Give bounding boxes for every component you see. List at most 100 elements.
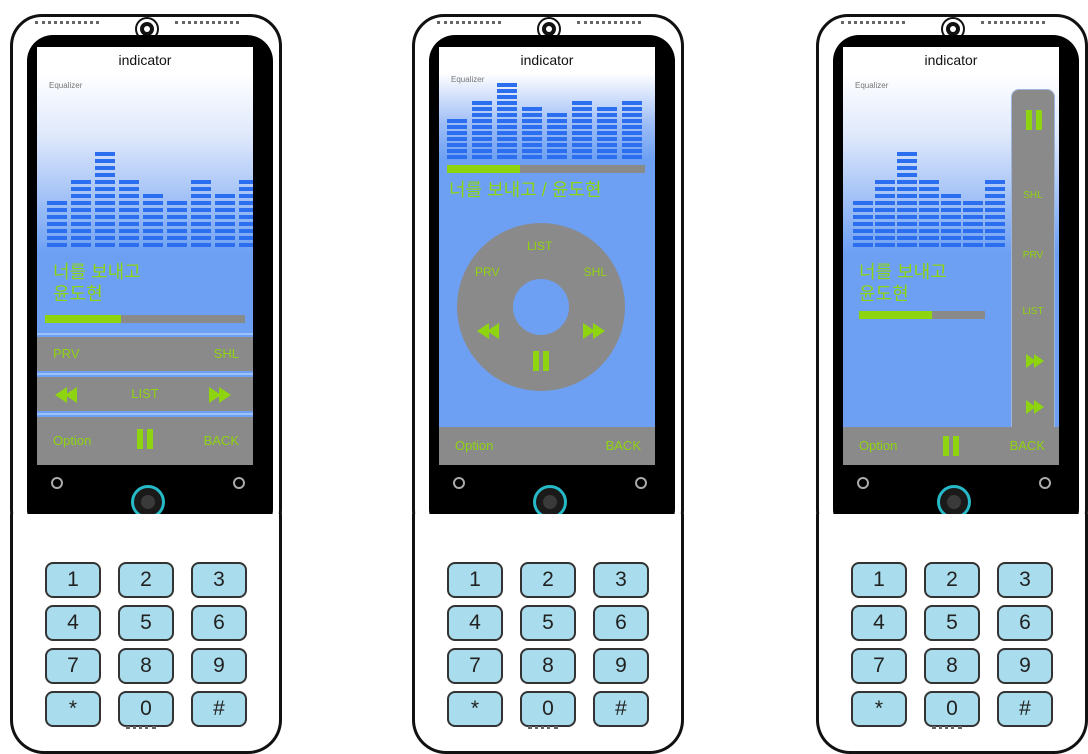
wheel-center-button[interactable]	[513, 279, 569, 335]
equalizer-segment	[239, 229, 253, 233]
key-9[interactable]: 9	[191, 648, 247, 684]
key-8[interactable]: 8	[520, 648, 576, 684]
equalizer-segment	[119, 180, 139, 184]
equalizer-segment	[95, 187, 115, 191]
key-4[interactable]: 4	[447, 605, 503, 641]
wheel-prev-button[interactable]: PRV	[475, 265, 499, 279]
equalizer-segment	[622, 137, 642, 141]
equalizer-segment	[622, 119, 642, 123]
equalizer-segment	[497, 89, 517, 93]
key-hash[interactable]: #	[593, 691, 649, 727]
equalizer-segment	[853, 208, 873, 212]
equalizer-segment	[119, 208, 139, 212]
equalizer-segment	[167, 243, 187, 247]
equalizer-segment	[897, 194, 917, 198]
option-softkey[interactable]: Option	[455, 427, 493, 465]
side-prev-button[interactable]: PRV	[1012, 250, 1054, 261]
equalizer-segment	[239, 215, 253, 219]
back-softkey[interactable]: BACK	[204, 417, 239, 465]
control-row-2: LIST	[37, 377, 253, 411]
shuffle-button[interactable]: SHL	[214, 337, 239, 371]
progress-fill	[45, 315, 121, 323]
key-0[interactable]: 0	[520, 691, 576, 727]
key-5[interactable]: 5	[118, 605, 174, 641]
wheel-shuffle-button[interactable]: SHL	[584, 265, 607, 279]
prev-button[interactable]: PRV	[53, 337, 80, 371]
key-hash[interactable]: #	[997, 691, 1053, 727]
key-5[interactable]: 5	[924, 605, 980, 641]
key-5[interactable]: 5	[520, 605, 576, 641]
side-shuffle-button[interactable]: SHL	[1012, 190, 1054, 201]
song-title: 너를 보내고 / 윤도현	[449, 180, 602, 200]
key-star[interactable]: *	[851, 691, 907, 727]
equalizer-segment	[875, 180, 895, 184]
progress-bar[interactable]	[447, 165, 645, 173]
key-1[interactable]: 1	[45, 562, 101, 598]
key-9[interactable]: 9	[997, 648, 1053, 684]
equalizer-segment	[547, 155, 567, 159]
right-sensor-dot	[233, 477, 245, 489]
key-2[interactable]: 2	[118, 562, 174, 598]
equalizer-segment	[522, 113, 542, 117]
equalizer-segment	[572, 113, 592, 117]
key-4[interactable]: 4	[45, 605, 101, 641]
equalizer-segment	[497, 107, 517, 111]
pause-icon[interactable]	[533, 351, 549, 371]
key-8[interactable]: 8	[118, 648, 174, 684]
equalizer-segment	[191, 236, 211, 240]
equalizer-segment	[597, 107, 617, 111]
divider	[37, 333, 253, 335]
key-9[interactable]: 9	[593, 648, 649, 684]
equalizer-segment	[572, 125, 592, 129]
equalizer-segment	[622, 143, 642, 147]
key-star[interactable]: *	[447, 691, 503, 727]
key-0[interactable]: 0	[924, 691, 980, 727]
equalizer-segment	[875, 236, 895, 240]
equalizer-segment	[497, 131, 517, 135]
equalizer-segment	[853, 229, 873, 233]
wheel-list-button[interactable]: LIST	[527, 239, 552, 253]
key-7[interactable]: 7	[851, 648, 907, 684]
equalizer-segment	[191, 243, 211, 247]
progress-bar[interactable]	[45, 315, 245, 323]
equalizer-segment	[472, 149, 492, 153]
equalizer-segment	[985, 215, 1005, 219]
key-6[interactable]: 6	[997, 605, 1053, 641]
key-2[interactable]: 2	[924, 562, 980, 598]
key-6[interactable]: 6	[593, 605, 649, 641]
key-0[interactable]: 0	[118, 691, 174, 727]
pause-icon[interactable]	[1026, 110, 1042, 130]
keypad-body: 1 2 3 4 5 6 7 8 9 * 0 #	[412, 514, 684, 754]
key-star[interactable]: *	[45, 691, 101, 727]
equalizer-segment	[191, 222, 211, 226]
key-8[interactable]: 8	[924, 648, 980, 684]
back-softkey[interactable]: BACK	[1010, 427, 1045, 465]
option-softkey[interactable]: Option	[53, 417, 91, 465]
key-3[interactable]: 3	[997, 562, 1053, 598]
equalizer-segment	[95, 201, 115, 205]
equalizer-segment	[95, 180, 115, 184]
control-wheel[interactable]: LIST PRV SHL	[457, 223, 625, 391]
key-2[interactable]: 2	[520, 562, 576, 598]
back-softkey[interactable]: BACK	[606, 427, 641, 465]
equalizer-segment	[572, 137, 592, 141]
equalizer-segment	[985, 208, 1005, 212]
progress-bar[interactable]	[859, 311, 985, 319]
key-1[interactable]: 1	[851, 562, 907, 598]
key-3[interactable]: 3	[593, 562, 649, 598]
pause-icon[interactable]	[943, 436, 959, 456]
equalizer-segment	[919, 236, 939, 240]
key-7[interactable]: 7	[45, 648, 101, 684]
key-7[interactable]: 7	[447, 648, 503, 684]
pause-icon[interactable]	[137, 429, 153, 449]
key-3[interactable]: 3	[191, 562, 247, 598]
key-4[interactable]: 4	[851, 605, 907, 641]
key-6[interactable]: 6	[191, 605, 247, 641]
key-hash[interactable]: #	[191, 691, 247, 727]
equalizer-segment	[447, 137, 467, 141]
equalizer-segment	[853, 236, 873, 240]
option-softkey[interactable]: Option	[859, 427, 897, 465]
key-1[interactable]: 1	[447, 562, 503, 598]
side-list-button[interactable]: LIST	[1012, 306, 1054, 317]
equalizer-segment	[941, 215, 961, 219]
